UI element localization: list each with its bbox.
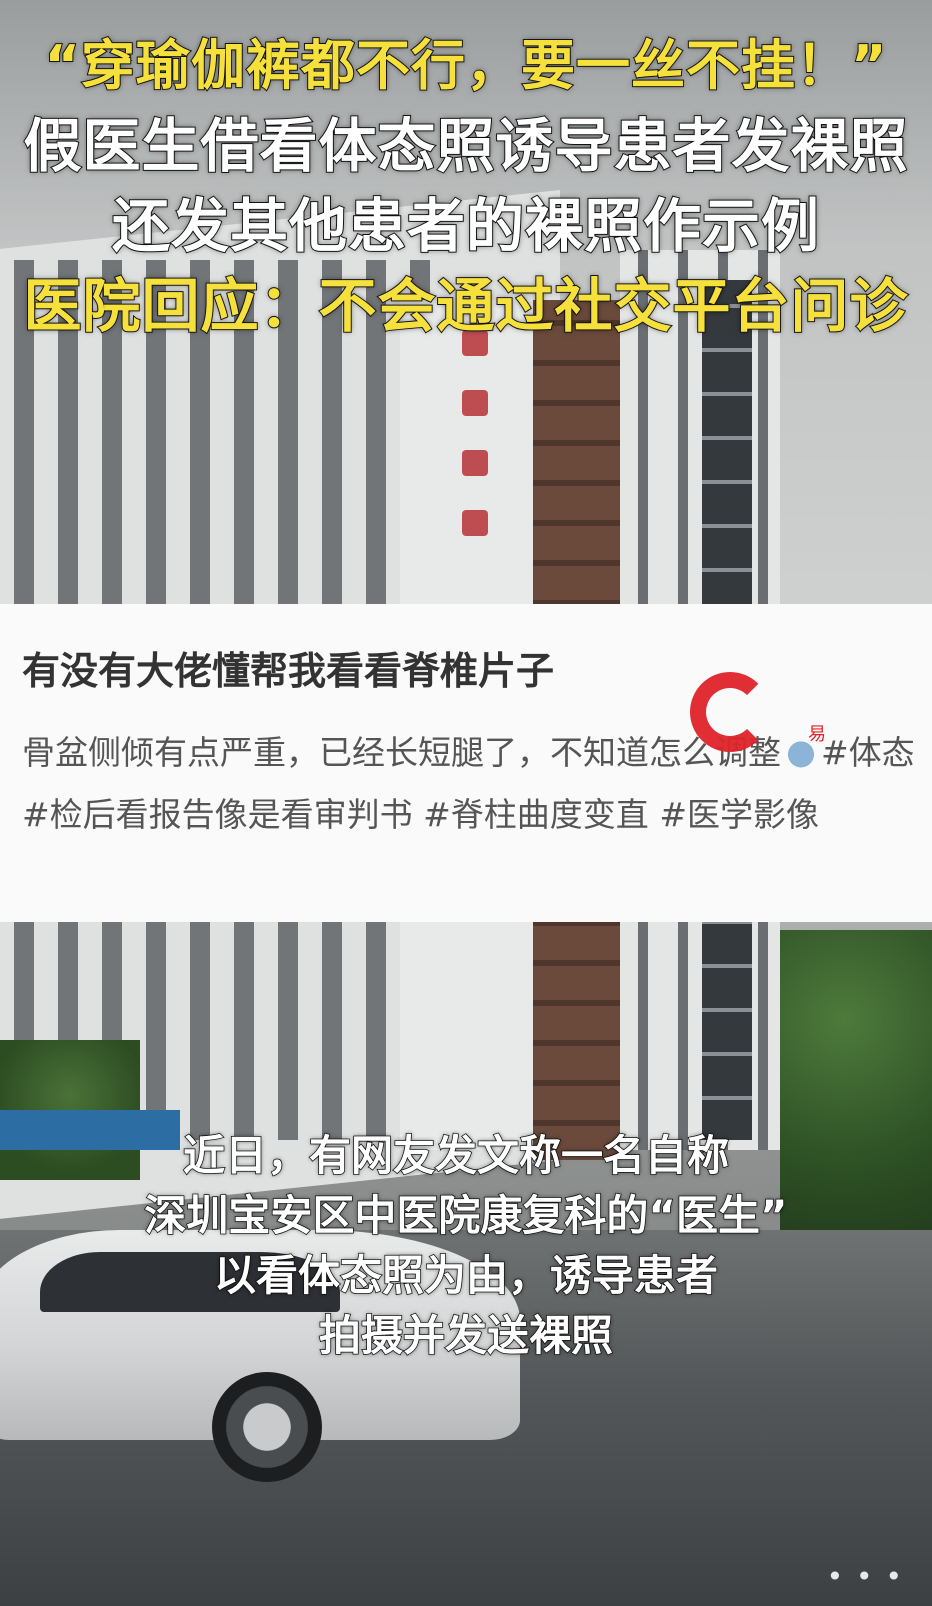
- hashtag[interactable]: #体态: [821, 733, 915, 772]
- headline-line-1: “穿瑜伽裤都不行，要一丝不挂！”: [44, 33, 888, 98]
- post-title: 有没有大佬懂帮我看看脊椎片子: [22, 649, 555, 693]
- caption-line-3: 以看体态照为由，诱导患者: [213, 1250, 719, 1301]
- car-wheel: [212, 1372, 322, 1482]
- headline-line-4: 医院回应：不会通过社交平台问诊: [22, 271, 909, 341]
- post-card: 有没有大佬懂帮我看看脊椎片子 骨盆侧倾有点严重，已经长短腿了，不知道怎么调整 #体…: [0, 604, 932, 922]
- hashtag[interactable]: #脊柱曲度变直: [423, 795, 649, 834]
- hashtag[interactable]: #检后看报告像是看审判书: [22, 795, 413, 834]
- headline-line-3: 还发其他患者的裸照作示例: [111, 191, 820, 261]
- hashtag[interactable]: #医学影像: [659, 795, 819, 834]
- post-body: 骨盆侧倾有点严重，已经长短腿了，不知道怎么调整 #体态 #检后看报告像是看审判书 …: [22, 722, 917, 846]
- headline-line-2: 假医生借看体态照诱导患者发裸照: [22, 111, 909, 181]
- caption-line-2: 深圳宝安区中医院康复科的“医生”: [144, 1190, 789, 1241]
- caption-line-4: 拍摄并发送裸照: [318, 1310, 614, 1361]
- news-caption: 近日，有网友发文称一名自称 深圳宝安区中医院康复科的“医生” 以看体态照为由，诱…: [0, 1126, 932, 1366]
- caption-line-1: 近日，有网友发文称一名自称: [182, 1130, 730, 1181]
- post-body-text: 骨盆侧倾有点严重，已经长短腿了，不知道怎么调整: [22, 733, 781, 772]
- headline: “穿瑜伽裤都不行，要一丝不挂！” 假医生借看体态照诱导患者发裸照 还发其他患者的…: [0, 26, 932, 346]
- watermark-text: 易: [808, 724, 826, 745]
- hospital-sign: [455, 330, 495, 590]
- red-c-logo-icon: [690, 672, 770, 752]
- more-options-icon[interactable]: • • •: [827, 1560, 904, 1593]
